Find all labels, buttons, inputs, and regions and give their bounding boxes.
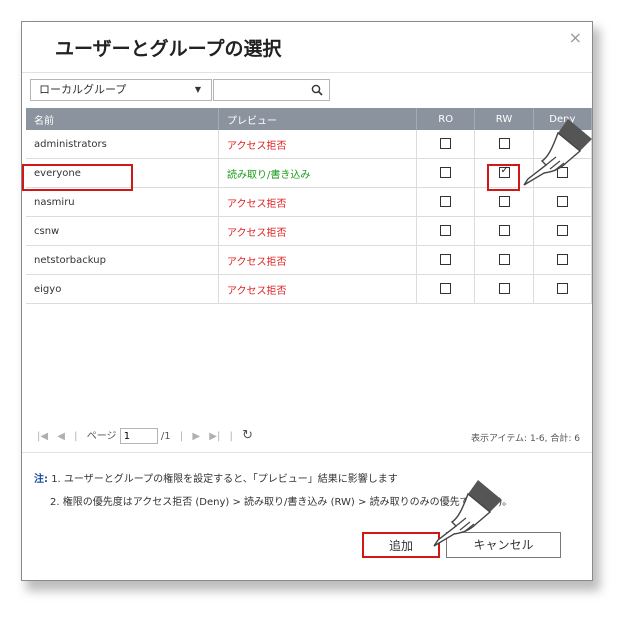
search-input[interactable] — [213, 79, 330, 101]
group-type-value: ローカルグループ — [39, 83, 127, 96]
deny-checkbox[interactable] — [556, 283, 568, 295]
col-preview[interactable]: プレビュー — [218, 108, 418, 130]
deny-checkbox[interactable] — [556, 225, 568, 237]
search-icon — [311, 84, 323, 96]
col-name[interactable]: 名前 — [26, 108, 220, 130]
row-name: csnw — [26, 216, 220, 246]
first-page-icon[interactable]: |◀ — [37, 431, 48, 442]
row-name: eigyo — [26, 274, 220, 304]
prev-page-icon[interactable]: ◀ — [57, 431, 65, 442]
divider — [22, 452, 592, 453]
highlight-everyone — [22, 164, 133, 191]
table-row[interactable]: csnw アクセス拒否 — [26, 216, 593, 246]
row-preview: アクセス拒否 — [218, 216, 418, 246]
refresh-icon[interactable]: ↻ — [242, 428, 253, 443]
row-preview: アクセス拒否 — [218, 187, 418, 217]
row-preview: アクセス拒否 — [218, 274, 418, 304]
divider — [22, 72, 592, 73]
select-users-groups-dialog: ユーザーとグループの選択 × ローカルグループ ▼ 名前 プレビュー RO RW… — [21, 21, 593, 581]
page-total: /1 — [160, 431, 171, 442]
table-row[interactable]: netstorbackup アクセス拒否 — [26, 245, 593, 275]
last-page-icon[interactable]: ▶| — [209, 431, 220, 442]
table-row[interactable]: eigyo アクセス拒否 — [26, 274, 593, 304]
page-input[interactable] — [119, 428, 158, 444]
ro-checkbox[interactable] — [440, 138, 452, 150]
ro-checkbox[interactable] — [440, 167, 452, 179]
dropdown-arrow-icon: ▼ — [194, 85, 201, 94]
highlight-rw-checkbox — [487, 164, 520, 191]
pagination: |◀ ◀ | ページ /1 | ▶ ▶| | ↻ — [37, 427, 253, 444]
col-ro[interactable]: RO — [416, 108, 476, 130]
row-preview: アクセス拒否 — [218, 130, 418, 159]
close-icon[interactable]: × — [569, 28, 582, 47]
note-line-1: 1. ユーザーとグループの権限を設定すると、「プレビュー」結果に影響します — [51, 474, 398, 485]
add-button[interactable]: 追加 — [362, 532, 440, 558]
rw-checkbox[interactable] — [498, 254, 510, 266]
group-type-select[interactable]: ローカルグループ ▼ — [30, 79, 212, 101]
row-preview: アクセス拒否 — [218, 245, 418, 275]
table-row[interactable]: nasmiru アクセス拒否 — [26, 187, 593, 217]
page-label: ページ — [86, 431, 117, 442]
row-preview: 読み取り/書き込み — [218, 158, 418, 188]
ro-checkbox[interactable] — [440, 225, 452, 237]
note-label: 注: — [34, 474, 48, 485]
pointing-hand-icon — [523, 119, 592, 186]
rw-checkbox[interactable] — [498, 283, 510, 295]
permission-table: 名前 プレビュー RO RW Deny administrators アクセス拒… — [26, 108, 593, 304]
pointing-hand-icon — [433, 480, 502, 547]
items-count: 表示アイテム: 1-6, 合計: 6 — [470, 434, 580, 444]
ro-checkbox[interactable] — [440, 196, 452, 208]
rw-checkbox[interactable] — [498, 196, 510, 208]
row-name: administrators — [26, 130, 220, 159]
deny-checkbox[interactable] — [556, 196, 568, 208]
row-name: nasmiru — [26, 187, 220, 217]
row-name: netstorbackup — [26, 245, 220, 275]
table-row[interactable]: administrators アクセス拒否 — [26, 130, 593, 159]
next-page-icon[interactable]: ▶ — [192, 431, 200, 442]
deny-checkbox[interactable] — [556, 254, 568, 266]
ro-checkbox[interactable] — [440, 254, 452, 266]
rw-checkbox[interactable] — [498, 225, 510, 237]
rw-checkbox[interactable] — [498, 138, 510, 150]
ro-checkbox[interactable] — [440, 283, 452, 295]
dialog-title: ユーザーとグループの選択 — [55, 38, 282, 60]
